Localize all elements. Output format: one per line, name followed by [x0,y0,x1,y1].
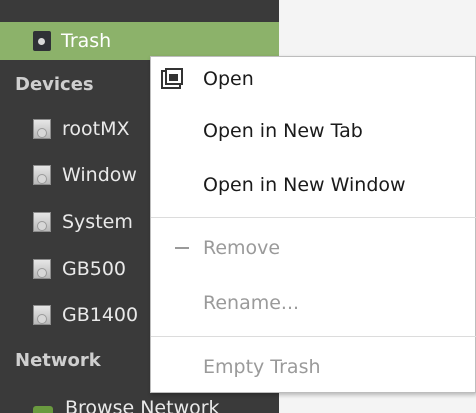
menu-item-label: Empty Trash [203,356,321,378]
sidebar-item-label: Trash [61,30,112,52]
sidebar-item-label: Window [62,164,137,186]
menu-separator [151,336,476,337]
open-icon [161,68,183,89]
sidebar-item-label: GB500 [62,258,127,280]
menu-item-label: Open in New Window [203,174,406,196]
menu-item-remove[interactable]: Remove [151,226,476,270]
drive-icon [33,259,51,279]
menu-item-rename[interactable]: Rename... [151,281,476,325]
menu-item-label: Open in New Tab [203,120,363,142]
menu-separator [151,217,476,218]
trash-icon [33,31,51,51]
menu-item-empty-trash[interactable]: Empty Trash [151,345,476,389]
remove-icon [175,247,189,249]
sidebar-item-label: System [62,211,133,233]
sidebar-item-label: Browse Network [65,397,220,413]
menu-item-open-new-tab[interactable]: Open in New Tab [151,109,476,153]
drive-icon [33,305,51,325]
sidebar-item-trash[interactable]: Trash [0,22,279,60]
menu-item-open[interactable]: Open [151,57,476,101]
menu-item-label: Open [203,68,254,90]
devices-heading: Devices [15,74,94,95]
sidebar-item-label: GB1400 [62,304,139,326]
drive-icon [33,119,51,139]
context-menu: Open Open in New Tab Open in New Window … [150,56,476,393]
menu-item-label: Rename... [203,292,300,314]
menu-item-open-new-window[interactable]: Open in New Window [151,163,476,207]
drive-icon [33,212,51,232]
network-heading: Network [15,350,101,371]
menu-item-label: Remove [203,237,281,259]
network-icon [33,406,53,413]
drive-icon [33,165,51,185]
sidebar-item-label: rootMX [62,118,130,140]
